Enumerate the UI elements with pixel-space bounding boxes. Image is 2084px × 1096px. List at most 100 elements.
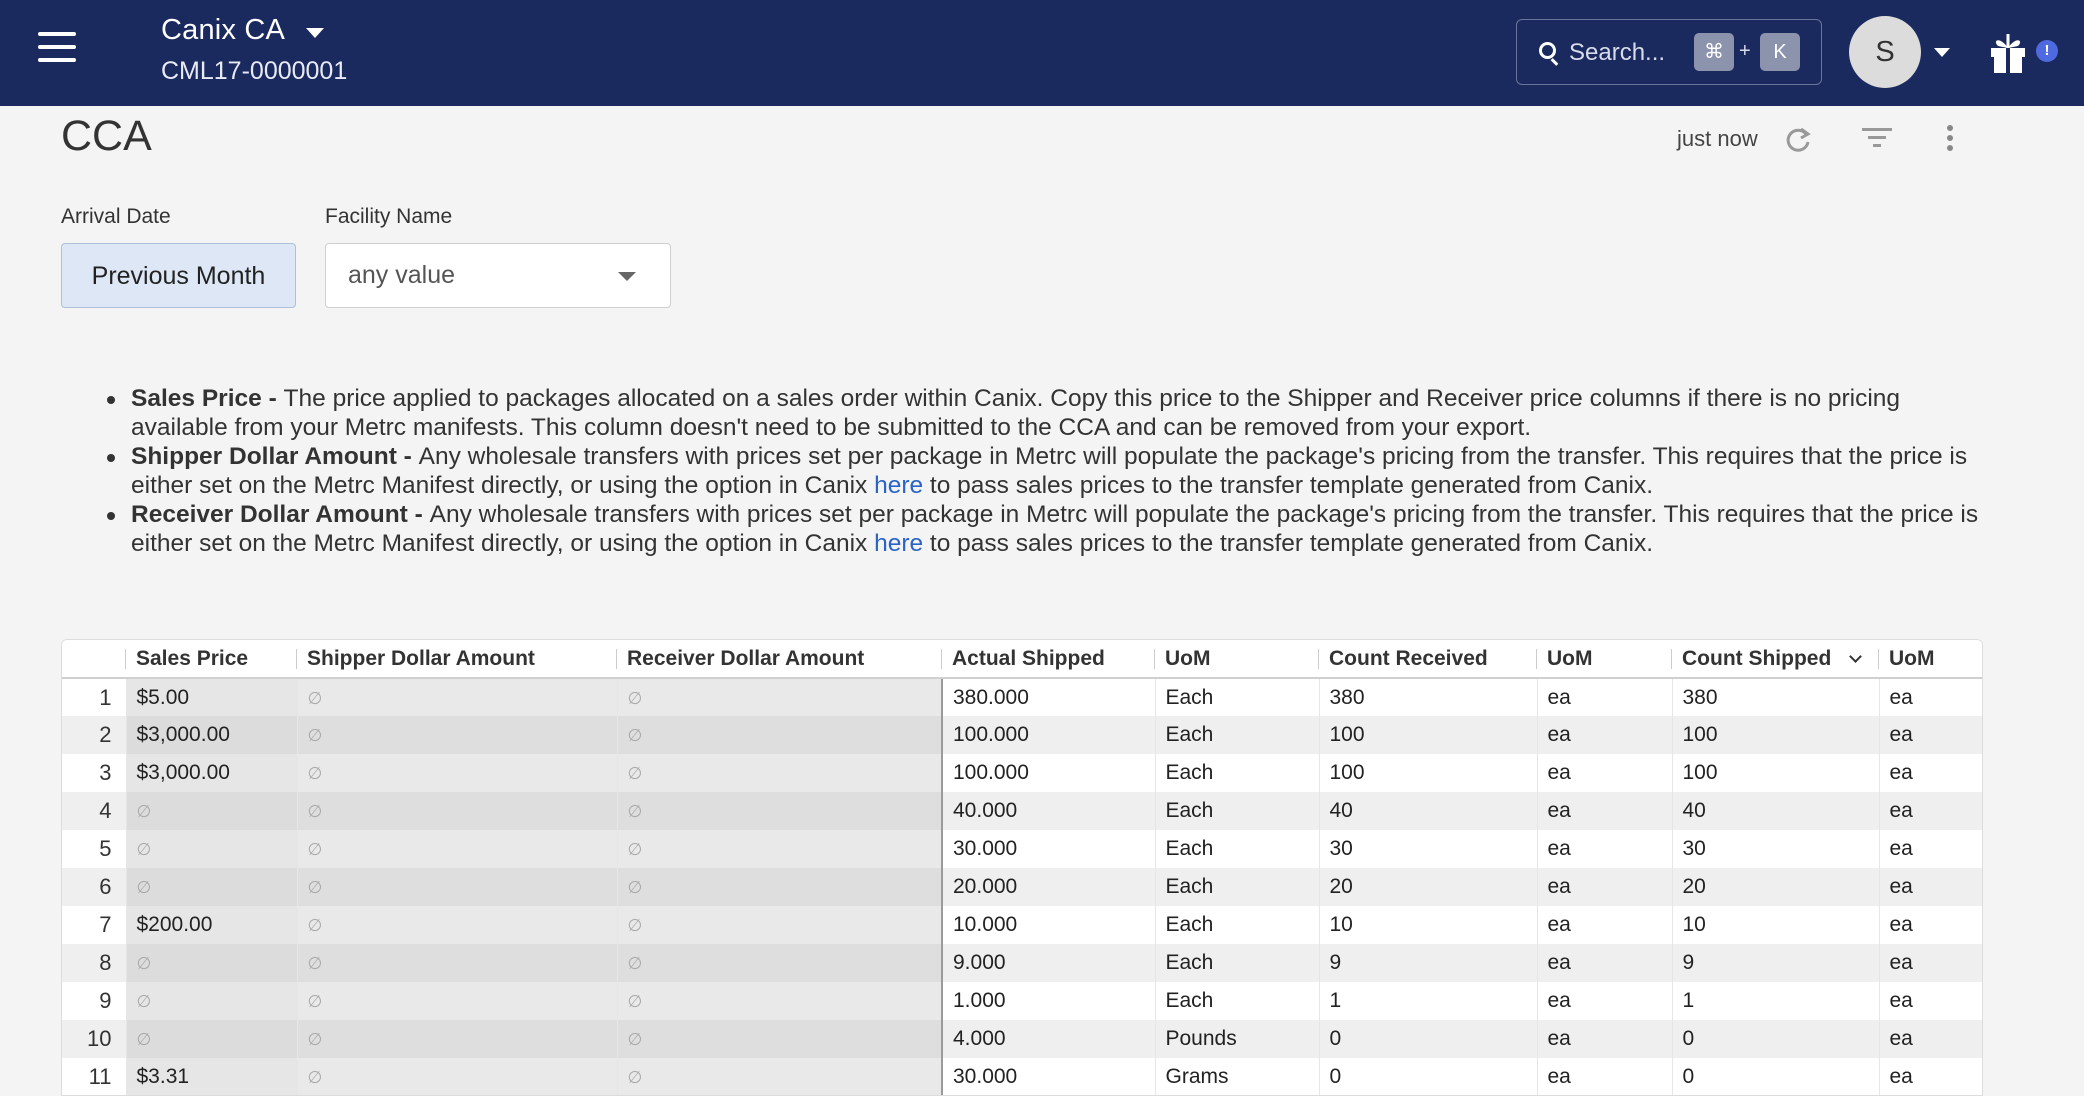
row-number[interactable]: 11 — [62, 1058, 127, 1095]
column-header-uom[interactable]: UoM — [1879, 640, 1982, 679]
uom-cell[interactable]: Each — [1155, 982, 1320, 1020]
actual-shipped-cell[interactable]: 10.000 — [942, 906, 1156, 944]
receiver-dollar-amount-cell[interactable]: ∅ — [617, 1020, 943, 1058]
sales-price-cell[interactable]: ∅ — [126, 1020, 298, 1058]
uom-cell[interactable]: ea — [1537, 792, 1673, 830]
receiver-dollar-amount-cell[interactable]: ∅ — [617, 754, 943, 792]
sales-price-cell[interactable]: $3,000.00 — [126, 754, 298, 792]
uom-cell[interactable]: Each — [1155, 716, 1320, 754]
row-number[interactable]: 6 — [62, 868, 127, 906]
organization-name[interactable]: Canix CA — [161, 14, 285, 47]
column-header-uom[interactable]: UoM — [1537, 640, 1672, 679]
more-options-icon[interactable] — [1944, 124, 1956, 154]
receiver-dollar-amount-cell[interactable]: ∅ — [617, 678, 943, 716]
uom-cell[interactable]: ea — [1879, 754, 1982, 792]
count-received-cell[interactable]: 1 — [1319, 982, 1538, 1020]
uom-cell[interactable]: ea — [1879, 982, 1982, 1020]
receiver-dollar-amount-cell[interactable]: ∅ — [617, 830, 943, 868]
actual-shipped-cell[interactable]: 30.000 — [942, 1058, 1156, 1095]
uom-cell[interactable]: ea — [1537, 982, 1673, 1020]
uom-cell[interactable]: Each — [1155, 792, 1320, 830]
count-shipped-cell[interactable]: 10 — [1672, 906, 1880, 944]
column-header-receiver-dollar-amount[interactable]: Receiver Dollar Amount — [617, 640, 942, 679]
uom-cell[interactable]: ea — [1879, 906, 1982, 944]
shipper-dollar-amount-cell[interactable]: ∅ — [297, 982, 618, 1020]
shipper-dollar-amount-cell[interactable]: ∅ — [297, 792, 618, 830]
table-row[interactable]: 5 ∅ ∅ ∅ 30.000 Each 30 ea 30 ea — [62, 830, 1982, 868]
table-row[interactable]: 4 ∅ ∅ ∅ 40.000 Each 40 ea 40 ea — [62, 792, 1982, 830]
count-received-cell[interactable]: 0 — [1319, 1058, 1538, 1095]
uom-cell[interactable]: ea — [1879, 830, 1982, 868]
global-search-button[interactable]: Search... ⌘ + K — [1516, 19, 1822, 85]
user-avatar[interactable]: S — [1849, 16, 1921, 88]
count-shipped-cell[interactable]: 9 — [1672, 944, 1880, 982]
uom-cell[interactable]: Each — [1155, 944, 1320, 982]
facility-name-select[interactable]: any value — [325, 243, 671, 308]
uom-cell[interactable]: Each — [1155, 868, 1320, 906]
arrival-date-filter-button[interactable]: Previous Month — [61, 243, 296, 308]
sales-price-cell[interactable]: $3,000.00 — [126, 716, 298, 754]
uom-cell[interactable]: ea — [1537, 1058, 1673, 1095]
uom-cell[interactable]: ea — [1537, 868, 1673, 906]
actual-shipped-cell[interactable]: 100.000 — [942, 716, 1156, 754]
shipper-dollar-amount-cell[interactable]: ∅ — [297, 716, 618, 754]
count-received-cell[interactable]: 30 — [1319, 830, 1538, 868]
count-received-cell[interactable]: 9 — [1319, 944, 1538, 982]
row-number[interactable]: 9 — [62, 982, 127, 1020]
uom-cell[interactable]: Each — [1155, 906, 1320, 944]
sales-price-cell[interactable]: ∅ — [126, 944, 298, 982]
uom-cell[interactable]: ea — [1879, 944, 1982, 982]
uom-cell[interactable]: ea — [1537, 944, 1673, 982]
actual-shipped-cell[interactable]: 40.000 — [942, 792, 1156, 830]
sales-price-cell[interactable]: ∅ — [126, 982, 298, 1020]
shipper-dollar-amount-cell[interactable]: ∅ — [297, 1020, 618, 1058]
column-header-uom[interactable]: UoM — [1155, 640, 1319, 679]
table-row[interactable]: 7 $200.00 ∅ ∅ 10.000 Each 10 ea 10 ea — [62, 906, 1982, 944]
sort-descending-icon[interactable] — [1849, 649, 1863, 663]
count-received-cell[interactable]: 40 — [1319, 792, 1538, 830]
here-link[interactable]: here — [874, 472, 923, 499]
count-received-cell[interactable]: 20 — [1319, 868, 1538, 906]
sales-price-cell[interactable]: ∅ — [126, 868, 298, 906]
uom-cell[interactable]: ea — [1879, 1020, 1982, 1058]
whats-new-gift-icon[interactable] — [1988, 32, 2028, 74]
shipper-dollar-amount-cell[interactable]: ∅ — [297, 830, 618, 868]
actual-shipped-cell[interactable]: 380.000 — [942, 678, 1156, 716]
row-number[interactable]: 4 — [62, 792, 127, 830]
count-shipped-cell[interactable]: 0 — [1672, 1020, 1880, 1058]
menu-icon[interactable] — [38, 32, 76, 62]
actual-shipped-cell[interactable]: 30.000 — [942, 830, 1156, 868]
actual-shipped-cell[interactable]: 20.000 — [942, 868, 1156, 906]
column-header-shipper-dollar-amount[interactable]: Shipper Dollar Amount — [297, 640, 617, 679]
receiver-dollar-amount-cell[interactable]: ∅ — [617, 982, 943, 1020]
row-number[interactable]: 10 — [62, 1020, 127, 1058]
uom-cell[interactable]: Pounds — [1155, 1020, 1320, 1058]
count-shipped-cell[interactable]: 1 — [1672, 982, 1880, 1020]
uom-cell[interactable]: ea — [1537, 716, 1673, 754]
uom-cell[interactable]: ea — [1537, 830, 1673, 868]
count-shipped-cell[interactable]: 100 — [1672, 716, 1880, 754]
receiver-dollar-amount-cell[interactable]: ∅ — [617, 1058, 943, 1095]
uom-cell[interactable]: ea — [1879, 678, 1982, 716]
column-header-actual-shipped[interactable]: Actual Shipped — [942, 640, 1155, 679]
count-shipped-cell[interactable]: 30 — [1672, 830, 1880, 868]
here-link[interactable]: here — [874, 530, 923, 557]
count-received-cell[interactable]: 380 — [1319, 678, 1538, 716]
count-received-cell[interactable]: 0 — [1319, 1020, 1538, 1058]
table-row[interactable]: 10 ∅ ∅ ∅ 4.000 Pounds 0 ea 0 ea — [62, 1020, 1982, 1058]
uom-cell[interactable]: ea — [1537, 754, 1673, 792]
refresh-icon[interactable] — [1784, 126, 1812, 154]
org-switcher-chevron-down-icon[interactable] — [306, 28, 324, 38]
count-received-cell[interactable]: 10 — [1319, 906, 1538, 944]
row-number[interactable]: 5 — [62, 830, 127, 868]
uom-cell[interactable]: ea — [1879, 868, 1982, 906]
shipper-dollar-amount-cell[interactable]: ∅ — [297, 754, 618, 792]
sales-price-cell[interactable]: $5.00 — [126, 678, 298, 716]
uom-cell[interactable]: ea — [1879, 792, 1982, 830]
sales-price-cell[interactable]: ∅ — [126, 830, 298, 868]
column-header-count-received[interactable]: Count Received — [1319, 640, 1537, 679]
sales-price-cell[interactable]: $200.00 — [126, 906, 298, 944]
uom-cell[interactable]: Each — [1155, 830, 1320, 868]
table-row[interactable]: 9 ∅ ∅ ∅ 1.000 Each 1 ea 1 ea — [62, 982, 1982, 1020]
row-number[interactable]: 3 — [62, 754, 127, 792]
